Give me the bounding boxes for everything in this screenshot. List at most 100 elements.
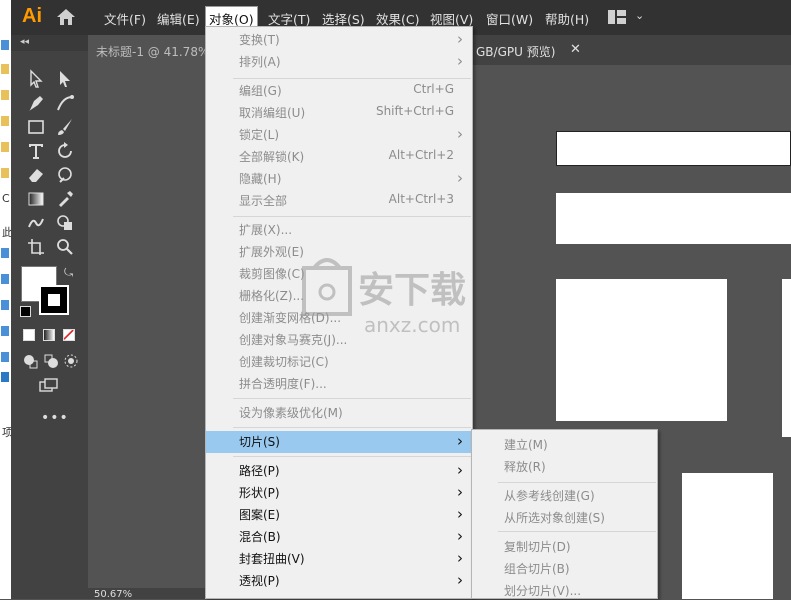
folder-icon: [1, 64, 9, 74]
chevron-right-icon: ›: [457, 549, 463, 567]
slice-submenu-item[interactable]: 组合切片(B): [504, 560, 570, 577]
menu-item-label: 混合(B): [239, 530, 281, 544]
puppet-warp-tool-icon[interactable]: [26, 213, 46, 233]
default-colors-icon[interactable]: [20, 306, 31, 317]
zoom-level[interactable]: 50.67%: [94, 589, 132, 600]
paintbrush-tool-icon[interactable]: [55, 117, 75, 137]
menu-item-label: 裁剪图像(C): [239, 267, 305, 281]
chevron-right-icon: ›: [457, 505, 463, 523]
gradient-tool-icon[interactable]: [26, 189, 46, 209]
menu-separator: [498, 531, 656, 532]
chevron-right-icon: ›: [457, 527, 463, 545]
chevron-right-icon: ›: [457, 571, 463, 589]
type-tool-icon[interactable]: [26, 141, 46, 161]
artboard-rectangle[interactable]: [556, 279, 727, 421]
menu-item-label: 取消编组(U): [239, 106, 306, 120]
slice-submenu-item[interactable]: 释放(R): [504, 458, 546, 475]
menu-item-label: 拼合透明度(F)...: [239, 377, 327, 391]
folder-icon: [1, 116, 9, 126]
menu-separator: [233, 78, 471, 79]
gradient-mode-icon[interactable]: [43, 329, 55, 341]
rectangle-tool-icon[interactable]: [26, 117, 46, 137]
watermark-text-en: anxz.com: [364, 313, 460, 337]
close-icon[interactable]: ✕: [570, 42, 581, 57]
menu-item-label: 设为像素级优化(M): [239, 406, 343, 420]
zoom-tool-icon[interactable]: [55, 237, 75, 257]
slice-submenu-item[interactable]: 从所选对象创建(S): [504, 509, 605, 526]
menu-item-label: 路径(P): [239, 464, 280, 478]
warp-tool-icon[interactable]: [55, 165, 75, 185]
menu-item-label: 切片(S): [239, 435, 280, 449]
artboard-tool-icon[interactable]: [26, 237, 46, 257]
pen-tool-icon[interactable]: [26, 93, 46, 113]
watermark-text-cn: 安下载: [358, 270, 466, 311]
draw-behind-icon[interactable]: [41, 351, 61, 371]
chevron-right-icon: ›: [457, 52, 463, 70]
menu-separator: [233, 456, 471, 457]
drive-icon: [1, 300, 9, 310]
eraser-tool-icon[interactable]: [26, 165, 46, 185]
watermark-logo: 安下载 anxz.com: [296, 250, 506, 345]
collapse-icon[interactable]: ◂◂: [20, 37, 29, 47]
eyedropper-tool-icon[interactable]: [55, 189, 75, 209]
menu-item-label: 锁定(L): [239, 128, 280, 142]
fragment-text: C: [2, 192, 10, 205]
rotate-tool-icon[interactable]: [55, 141, 75, 161]
screen-mode-icon[interactable]: [38, 376, 58, 396]
document-tab-title-tail: GB/GPU 预览): [476, 45, 556, 59]
color-mode-icon[interactable]: [23, 329, 35, 341]
menu-window[interactable]: 窗口(W): [484, 9, 535, 28]
menu-item-label: 显示全部: [239, 194, 288, 208]
menu-separator: [233, 427, 471, 428]
slice-submenu-item[interactable]: 复制切片(D): [504, 538, 571, 555]
selection-tool-icon[interactable]: [26, 69, 46, 89]
slice-submenu-item[interactable]: 建立(M): [504, 436, 548, 453]
shape-builder-tool-icon[interactable]: [55, 213, 75, 233]
draw-normal-icon[interactable]: [21, 351, 41, 371]
drive-icon: [1, 274, 9, 284]
drive-icon: [1, 248, 9, 258]
chevron-right-icon: ›: [457, 461, 463, 479]
menu-item-label: 编组(G): [239, 84, 282, 98]
workspace-switcher-icon[interactable]: [608, 10, 626, 24]
menu-help[interactable]: 帮助(H): [543, 9, 591, 28]
artboard-rectangle[interactable]: [682, 473, 773, 599]
menu-item-label: 透视(P): [239, 574, 280, 588]
menu-item-label: 形状(P): [239, 486, 280, 500]
menu-item-shortcut: Shift+Ctrl+G: [375, 104, 454, 118]
menu-separator: [233, 216, 471, 217]
menu-file[interactable]: 文件(F): [102, 9, 148, 28]
swap-fill-stroke-icon[interactable]: ⤿: [64, 266, 73, 280]
document-tab-title: 未标题-1 @ 41.78%: [96, 45, 210, 59]
folder-icon: [1, 168, 9, 178]
chevron-right-icon: ›: [457, 483, 463, 501]
menu-item-label: 图案(E): [239, 508, 280, 522]
menu-edit[interactable]: 编辑(E): [155, 9, 202, 28]
more-tools-icon[interactable]: •••: [41, 410, 69, 426]
slice-submenu-item[interactable]: 从参考线创建(G): [504, 487, 595, 504]
menu-separator: [233, 398, 471, 399]
menu-item-shortcut: Ctrl+G: [413, 82, 454, 96]
home-icon[interactable]: [56, 8, 76, 26]
draw-inside-icon[interactable]: [61, 351, 81, 371]
chevron-down-icon[interactable]: ⌄: [635, 9, 644, 22]
folder-icon: [1, 90, 9, 100]
artboard-rectangle[interactable]: [782, 279, 791, 437]
menu-item-label: 扩展(X)...: [239, 223, 293, 237]
menu-item-label: 隐藏(H): [239, 172, 282, 186]
folder-icon: [1, 40, 9, 50]
tools-panel: [11, 35, 88, 599]
artboard-rectangle[interactable]: [556, 131, 791, 166]
none-mode-icon[interactable]: [63, 329, 75, 341]
menu-item-shortcut: Alt+Ctrl+3: [388, 192, 454, 206]
chevron-right-icon: ›: [457, 169, 463, 187]
curvature-tool-icon[interactable]: [55, 93, 75, 113]
chevron-right-icon: ›: [457, 432, 463, 450]
menu-item-label: 变换(T): [239, 33, 280, 47]
artboard-rectangle[interactable]: [556, 193, 791, 244]
network-icon: [1, 352, 9, 362]
slice-submenu-item[interactable]: 划分切片(V)...: [504, 582, 581, 599]
direct-selection-tool-icon[interactable]: [55, 69, 75, 89]
menu-item-label: 全部解锁(K): [239, 150, 305, 164]
menu-item-label: 创建裁切标记(C): [239, 355, 329, 369]
